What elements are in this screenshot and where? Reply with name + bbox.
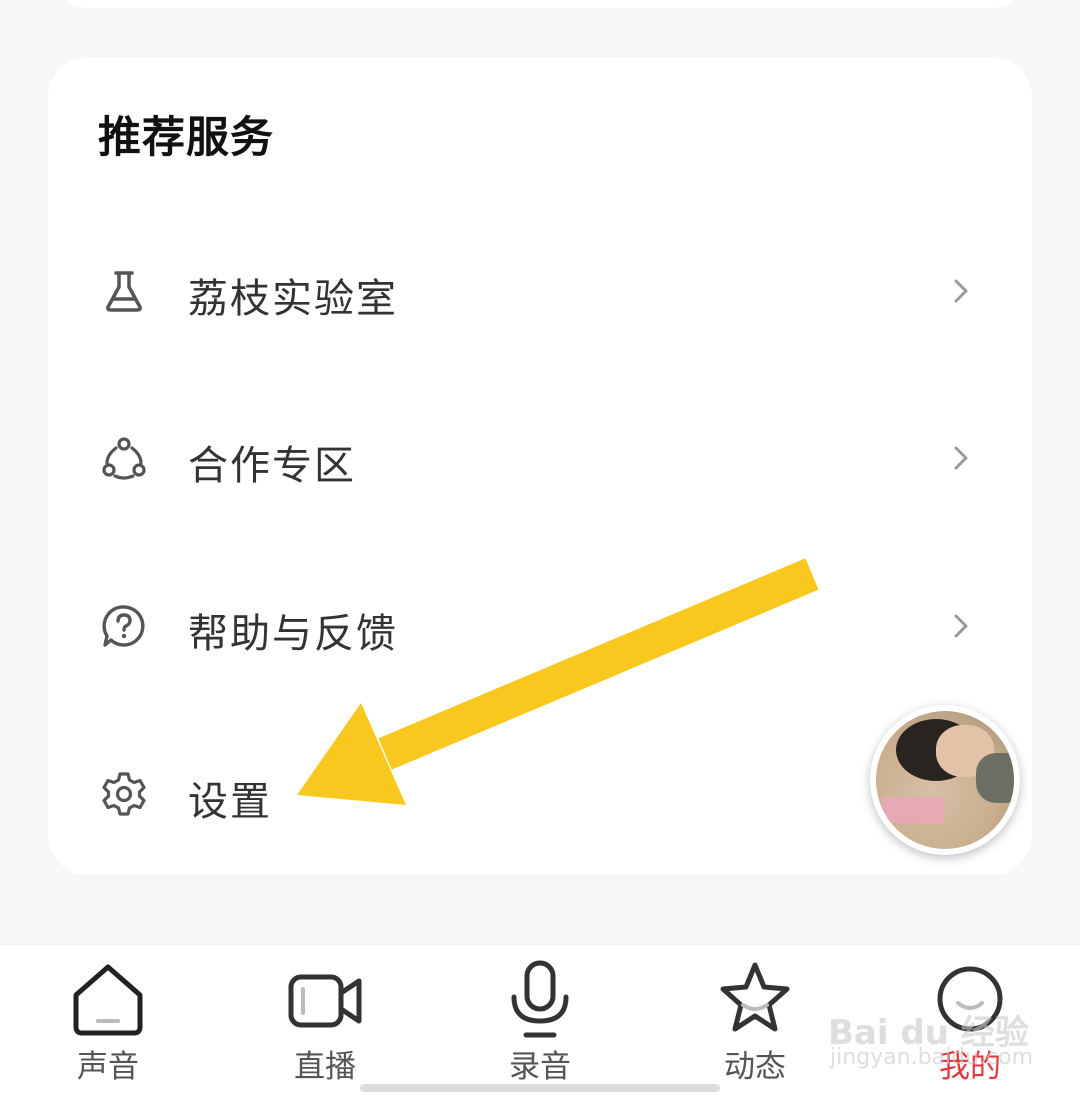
gear-icon <box>102 772 146 816</box>
service-item-lab[interactable]: 荔枝实验室 <box>48 230 1032 350</box>
service-item-label: 荔枝实验室 <box>188 276 398 322</box>
watermark-url: jingyan.baidu.com <box>830 1045 1034 1070</box>
service-item-label: 合作专区 <box>188 443 356 489</box>
star-icon <box>720 962 790 1032</box>
cooperation-nodes-icon <box>102 437 146 480</box>
nav-item-feed[interactable]: 动态 <box>685 945 825 1095</box>
microphone-icon <box>511 960 569 1038</box>
video-camera-icon <box>288 974 362 1028</box>
nav-label: 录音 <box>509 1049 571 1085</box>
chevron-right-icon <box>954 279 968 303</box>
nav-label: 直播 <box>294 1049 356 1085</box>
chevron-right-icon <box>954 446 968 470</box>
service-item-help-feedback[interactable]: 帮助与反馈 <box>48 565 1032 685</box>
service-item-label: 设置 <box>188 779 272 825</box>
flask-icon <box>106 271 142 312</box>
nav-item-record[interactable]: 录音 <box>470 945 610 1095</box>
section-title: 推荐服务 <box>98 113 274 163</box>
nav-item-live[interactable]: 直播 <box>255 945 395 1095</box>
help-question-icon <box>102 605 145 647</box>
home-indicator <box>360 1084 720 1092</box>
floating-player-avatar[interactable] <box>870 705 1020 855</box>
avatar-photo <box>876 711 1014 849</box>
previous-card-edge <box>48 0 1032 8</box>
nav-item-sound[interactable]: 声音 <box>38 945 178 1095</box>
home-icon <box>73 964 143 1036</box>
service-item-cooperation[interactable]: 合作专区 <box>48 397 1032 517</box>
chevron-right-icon <box>954 614 968 638</box>
service-item-label: 帮助与反馈 <box>188 611 398 657</box>
nav-label: 动态 <box>724 1049 786 1085</box>
nav-label: 声音 <box>77 1049 139 1085</box>
